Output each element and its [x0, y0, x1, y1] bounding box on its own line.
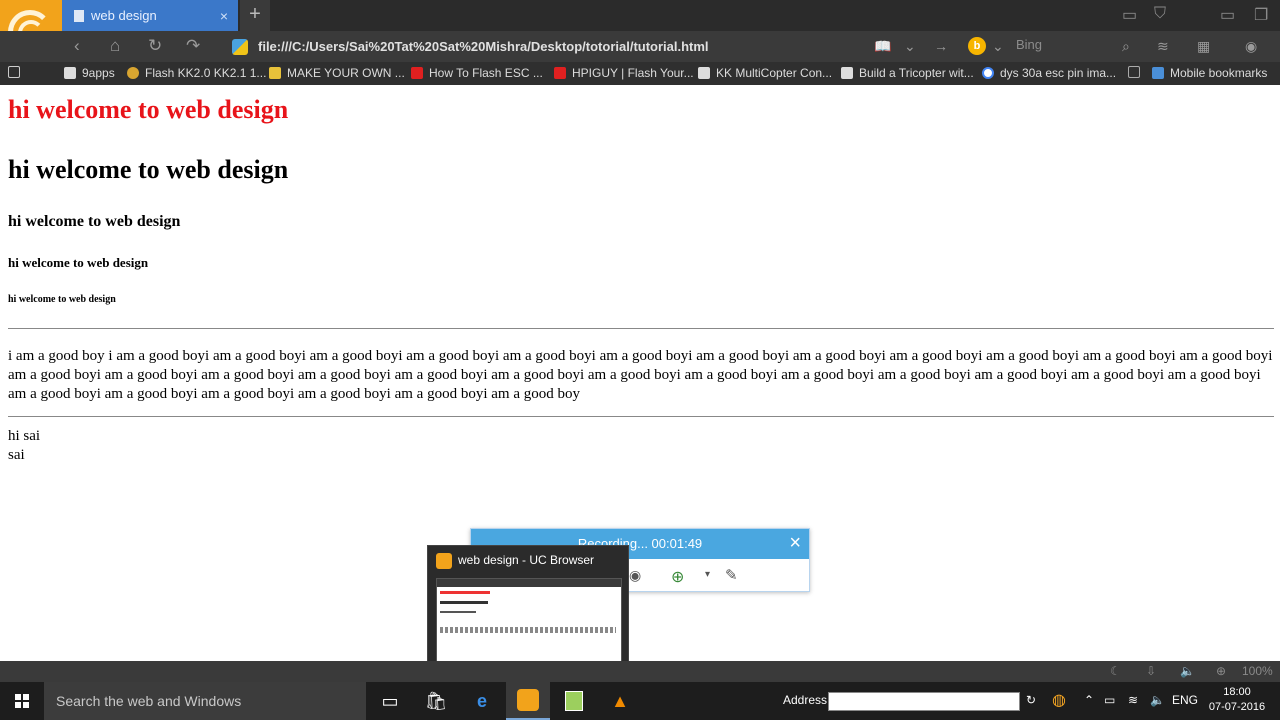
bookmark-item[interactable]: KK MultiCopter Con...: [698, 66, 832, 80]
mini-mode-icon[interactable]: ▭: [1122, 5, 1137, 25]
reload-icon[interactable]: ↻: [148, 36, 162, 56]
vlc-icon[interactable]: ▲: [598, 682, 642, 720]
reader-mode-icon[interactable]: 📖: [874, 38, 891, 55]
download-icon[interactable]: ⇩: [1146, 664, 1156, 678]
camera-icon[interactable]: ◉: [629, 567, 641, 584]
clock-time: 18:00: [1223, 686, 1251, 698]
pencil-icon[interactable]: ✎: [725, 566, 738, 584]
windows-taskbar: Search the web and Windows ▭ 🛍 e ▲ Addre…: [0, 682, 1280, 720]
horizontal-rule: [8, 416, 1274, 417]
volume-icon[interactable]: 🔈: [1150, 693, 1165, 707]
bookmark-item[interactable]: How To Flash ESC ...: [411, 66, 543, 80]
document-icon: [74, 9, 84, 22]
mobile-bookmarks[interactable]: Mobile bookmarks: [1152, 66, 1267, 80]
close-icon[interactable]: ×: [789, 533, 801, 553]
text-line: hi sai: [8, 428, 41, 444]
tab-close-icon[interactable]: ×: [220, 8, 228, 24]
heading-2: hi welcome to web design: [8, 155, 289, 184]
browser-status-bar: ☾ ⇩ 🔈 ⊕ 100%: [0, 661, 1280, 682]
zoom-level[interactable]: 100%: [1242, 664, 1273, 678]
horizontal-rule: [8, 328, 1274, 329]
back-icon[interactable]: ‹: [74, 36, 80, 56]
language-indicator[interactable]: ENG: [1172, 693, 1198, 707]
bookmark-item[interactable]: Build a Tricopter wit...: [841, 66, 974, 80]
undo-close-icon[interactable]: ↷: [186, 36, 200, 56]
edge-icon[interactable]: e: [460, 682, 504, 720]
user-icon[interactable]: ◉: [1245, 38, 1257, 55]
bookmark-item[interactable]: HPIGUY | Flash Your...: [554, 66, 694, 80]
windows-logo-icon: [15, 694, 29, 708]
restore-icon[interactable]: ❐: [1254, 5, 1268, 25]
minimize-icon[interactable]: ▭: [1220, 5, 1235, 25]
paragraph: i am a good boy i am a good boyi am a go…: [8, 348, 1273, 402]
apps-grid-icon[interactable]: ▦: [1197, 38, 1210, 55]
notification-badge-icon[interactable]: ◍: [1052, 690, 1066, 710]
heading-4: hi welcome to web design: [8, 255, 149, 270]
text-line: sai: [8, 447, 25, 463]
navigation-toolbar: ‹ ⌂ ↻ ↷ file:///C:/Users/Sai%20Tat%20Sat…: [0, 31, 1280, 62]
bookmark-item[interactable]: Flash KK2.0 KK2.1 1...: [127, 66, 266, 80]
bing-logo-icon[interactable]: b: [968, 37, 986, 55]
refresh-icon[interactable]: ↻: [1026, 693, 1036, 707]
thumbnail-title: web design - UC Browser: [458, 553, 595, 567]
bookmarks-bar: 9apps Flash KK2.0 KK2.1 1... MAKE YOUR O…: [0, 62, 1280, 85]
tab-title: web design: [91, 8, 157, 23]
tab-bar: web design × + ▭ ⛉ ▭ ❐: [0, 0, 1280, 62]
bookmark-item[interactable]: dys 30a esc pin ima...: [982, 66, 1116, 80]
tab-web-design[interactable]: web design ×: [62, 0, 238, 31]
task-view-icon[interactable]: ▭: [368, 682, 412, 720]
search-engine-input[interactable]: Bing: [1016, 37, 1042, 52]
zoom-icon[interactable]: ⊕: [1216, 664, 1226, 678]
chevron-down-icon[interactable]: ▾: [705, 569, 710, 580]
taskbar-search-box[interactable]: Search the web and Windows: [44, 682, 366, 720]
start-button[interactable]: [0, 682, 44, 720]
search-engine-dropdown-icon[interactable]: ⌄: [992, 38, 1004, 55]
home-icon[interactable]: ⌂: [110, 36, 120, 56]
clock[interactable]: 18:00 07-07-2016: [1206, 685, 1268, 715]
address-input[interactable]: [828, 692, 1020, 711]
taskbar-thumbnail-preview[interactable]: web design - UC Browser: [427, 545, 629, 676]
address-bar[interactable]: file:///C:/Users/Sai%20Tat%20Sat%20Mishr…: [228, 34, 868, 59]
search-icon[interactable]: ⌕: [1122, 38, 1130, 55]
bookmarks-icon[interactable]: [8, 66, 26, 78]
chevron-down-icon[interactable]: ⌄: [904, 38, 916, 55]
night-mode-icon[interactable]: ☾: [1110, 664, 1121, 678]
go-arrow-icon[interactable]: →: [934, 38, 948, 54]
address-bar-text: file:///C:/Users/Sai%20Tat%20Sat%20Mishr…: [258, 39, 709, 54]
uc-browser-taskbar-icon[interactable]: [506, 682, 550, 720]
skin-icon[interactable]: ⛉: [1154, 5, 1166, 23]
site-icon: [232, 39, 248, 55]
webcam-icon[interactable]: ⊕: [671, 567, 684, 587]
address-label: Address: [783, 693, 828, 707]
wifi-icon[interactable]: ≋: [1157, 38, 1169, 55]
bookmark-item[interactable]: [1128, 66, 1146, 78]
new-tab-button[interactable]: +: [240, 0, 270, 31]
heading-1: hi welcome to web design: [8, 95, 289, 124]
bookmark-item[interactable]: MAKE YOUR OWN ...: [269, 66, 405, 80]
volume-icon[interactable]: 🔈: [1180, 664, 1195, 678]
chevron-up-icon[interactable]: ⌃: [1084, 693, 1094, 707]
battery-icon[interactable]: ▭: [1104, 693, 1115, 707]
bookmark-item[interactable]: 9apps: [64, 66, 115, 80]
heading-5: hi welcome to web design: [8, 294, 116, 305]
notepad-icon[interactable]: [552, 682, 596, 720]
store-icon[interactable]: 🛍: [414, 682, 458, 720]
heading-3: hi welcome to web design: [8, 213, 181, 230]
clock-date: 07-07-2016: [1208, 701, 1266, 713]
thumbnail-image: [436, 578, 622, 671]
wifi-icon[interactable]: ≋: [1128, 693, 1138, 707]
uc-browser-icon: [436, 553, 452, 569]
